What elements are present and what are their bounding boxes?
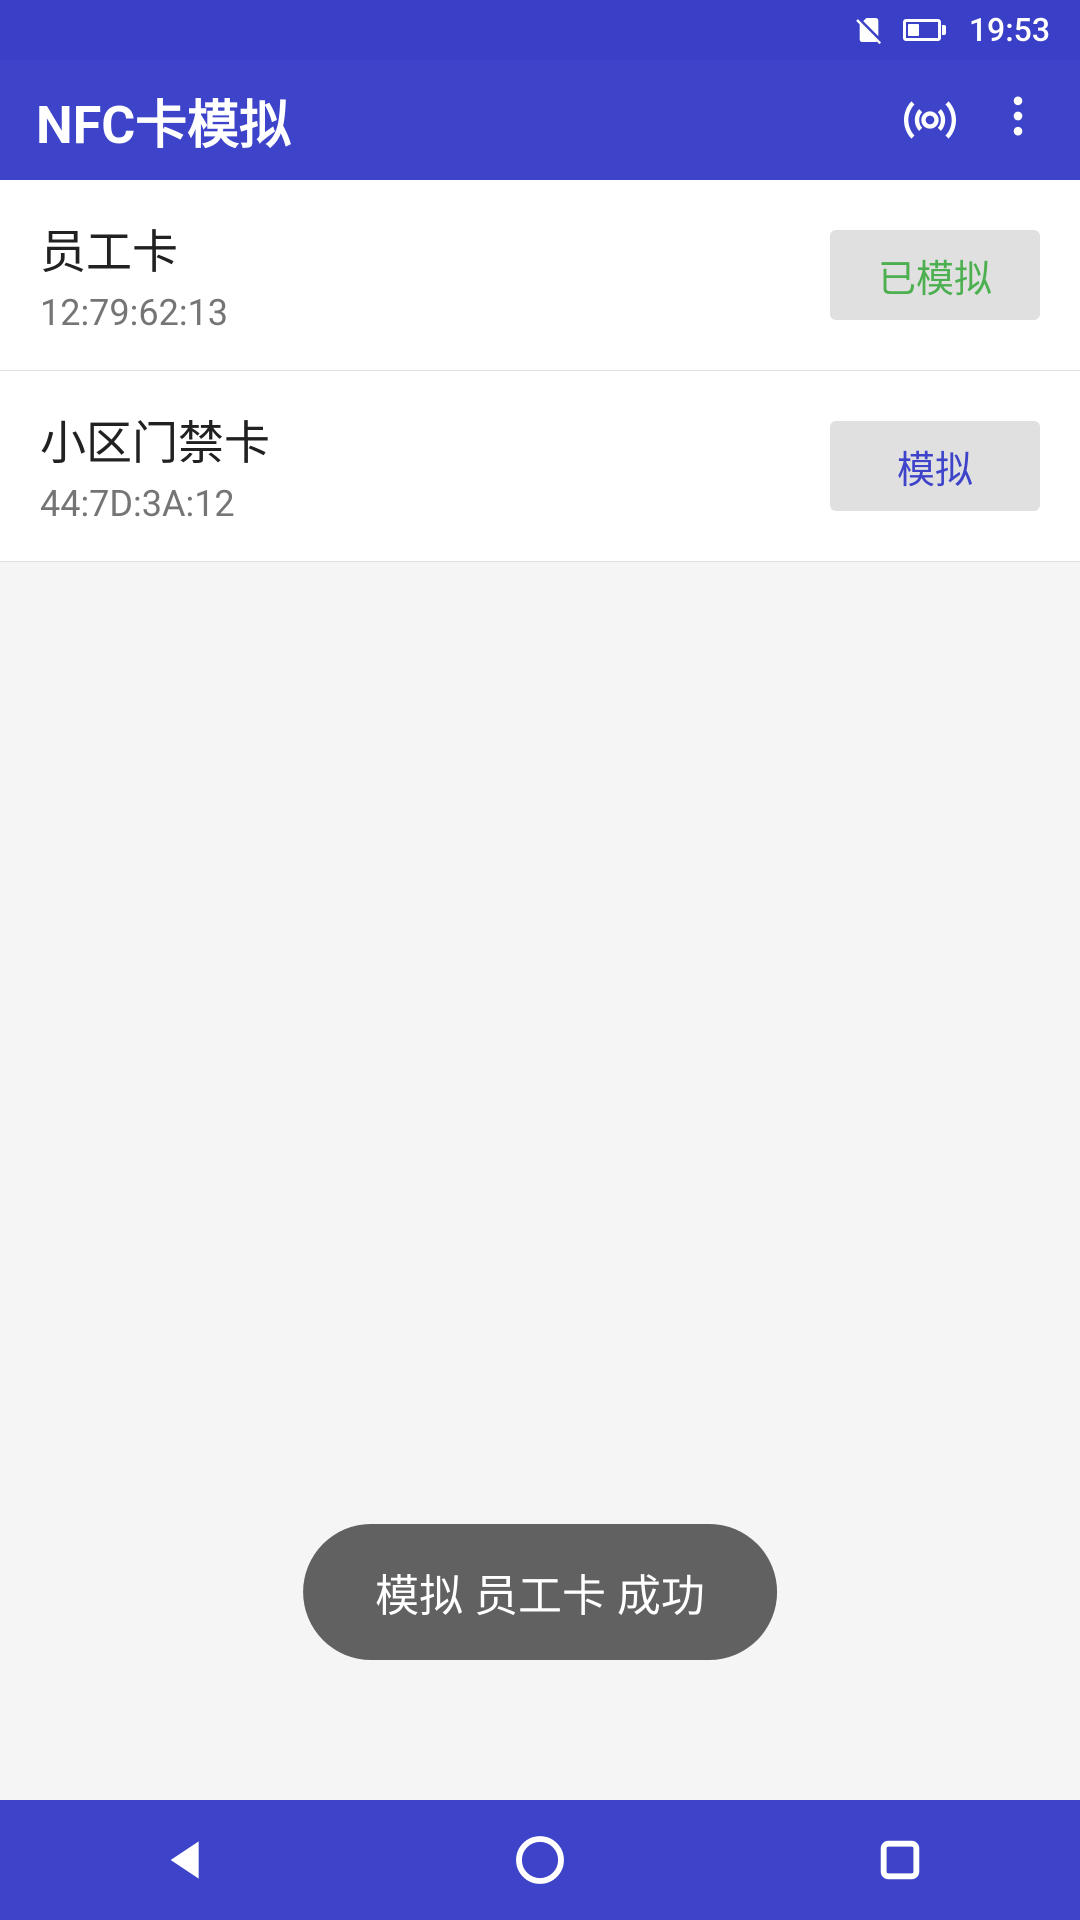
status-time: 19:53: [969, 11, 1050, 49]
card-info-2: 小区门禁卡 44:7D:3A:12: [40, 407, 270, 525]
nav-back-button[interactable]: [130, 1810, 230, 1910]
card-item-2: 小区门禁卡 44:7D:3A:12 模拟: [0, 371, 1080, 562]
content: 员工卡 12:79:62:13 已模拟 小区门禁卡 44:7D:3A:12 模拟…: [0, 180, 1080, 1800]
card-id-1: 12:79:62:13: [40, 292, 228, 334]
app-title: NFC卡模拟: [36, 83, 904, 158]
battery-icon: [903, 19, 941, 41]
nav-home-button[interactable]: [490, 1810, 590, 1910]
toast-message: 模拟 员工卡 成功: [303, 1524, 777, 1660]
simulate-button-1[interactable]: 已模拟: [830, 230, 1040, 320]
nav-bar: [0, 1800, 1080, 1920]
app-bar-actions: [904, 90, 1044, 151]
card-info-1: 员工卡 12:79:62:13: [40, 216, 228, 334]
simulate-button-2[interactable]: 模拟: [830, 421, 1040, 511]
more-options-icon[interactable]: [992, 90, 1044, 151]
nfc-icon[interactable]: [904, 94, 956, 146]
status-bar: 19:53: [0, 0, 1080, 60]
app-bar: NFC卡模拟: [0, 60, 1080, 180]
toast-container: 模拟 员工卡 成功: [303, 1524, 777, 1660]
status-icons: 19:53: [853, 11, 1050, 49]
card-name-2: 小区门禁卡: [40, 407, 270, 473]
card-item-1: 员工卡 12:79:62:13 已模拟: [0, 180, 1080, 371]
card-id-2: 44:7D:3A:12: [40, 483, 270, 525]
no-sim-icon: [853, 14, 885, 46]
nav-recents-button[interactable]: [850, 1810, 950, 1910]
card-name-1: 员工卡: [40, 216, 228, 282]
